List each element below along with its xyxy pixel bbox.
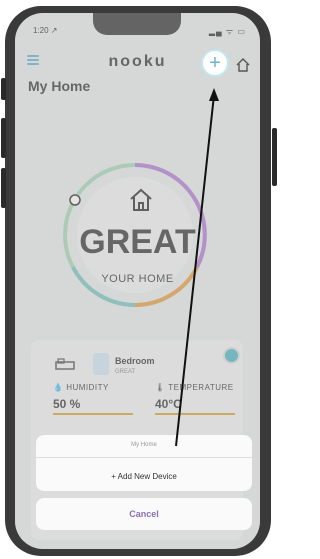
home-settings-icon[interactable]: [235, 57, 251, 73]
volume-up-button: [1, 118, 6, 158]
action-sheet: My Home + Add New Device: [36, 435, 252, 491]
add-new-device-button[interactable]: + Add New Device: [36, 472, 252, 481]
volume-down-button: [1, 168, 6, 208]
action-sheet-title: My Home: [131, 442, 157, 448]
plus-icon: +: [203, 51, 227, 75]
cancel-button[interactable]: Cancel: [36, 498, 252, 530]
add-button[interactable]: +: [201, 49, 229, 77]
mute-switch: [1, 78, 6, 100]
power-button: [272, 128, 277, 186]
divider: [36, 457, 252, 458]
